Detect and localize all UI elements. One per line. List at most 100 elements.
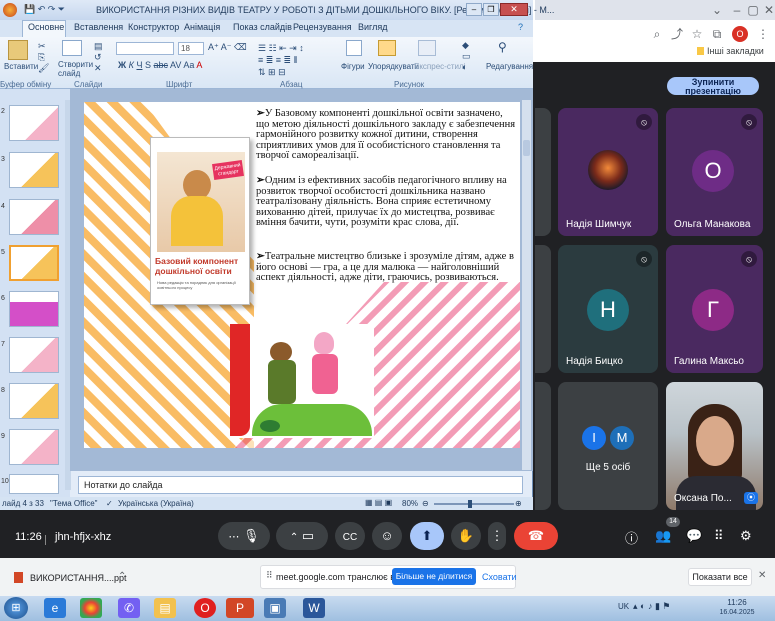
- slide-thumbnail-selected[interactable]: [9, 245, 59, 281]
- slide-thumbnail[interactable]: [9, 474, 59, 494]
- tray-icons[interactable]: ▴ ◐ ♪ ▮ ⚑: [633, 601, 670, 612]
- tab-view[interactable]: Вигляд: [358, 22, 388, 32]
- slide-thumbnail[interactable]: [9, 337, 59, 373]
- tab-design[interactable]: Конструктор: [128, 22, 179, 32]
- shapes-button[interactable]: Фігури: [341, 62, 365, 71]
- viber-icon[interactable]: ✆: [118, 598, 140, 618]
- tab-animation[interactable]: Анімація: [184, 22, 220, 32]
- scroll-thumb[interactable]: [523, 140, 530, 156]
- emoji-button[interactable]: ☺: [372, 522, 402, 550]
- minimize-icon[interactable]: –: [466, 3, 482, 16]
- office-button[interactable]: [3, 3, 17, 17]
- explorer-icon[interactable]: ▤: [154, 598, 176, 618]
- host-controls-icon[interactable]: ⚙: [740, 528, 752, 544]
- language-indicator[interactable]: UK: [618, 602, 629, 611]
- slide-thumbnail[interactable]: [9, 105, 59, 141]
- ppt-file-icon: [14, 572, 23, 583]
- microphone-button[interactable]: ⋯ 🎙: [218, 522, 270, 550]
- participant-tile[interactable]: ⦸ О Ольга Манакова: [666, 108, 763, 236]
- ie-icon[interactable]: e: [44, 598, 66, 618]
- font-format-icons[interactable]: Ж К Ч S abc AV Aa A: [118, 60, 202, 70]
- girl-body: [312, 354, 338, 394]
- zoom-out-icon[interactable]: ⊖: [422, 499, 429, 508]
- participant-tile[interactable]: ⦸ Н Надія Бицко: [558, 245, 658, 373]
- zoom-slider[interactable]: [434, 503, 514, 505]
- chat-icon[interactable]: 💬: [686, 528, 702, 544]
- zoom-in-icon[interactable]: ⊕: [515, 499, 522, 508]
- paragraph-icons[interactable]: ☰ ☷ ⇤ ⇥ ↕ ≡ ≣ ≡ ≣ ⫴ ⇅ ⊞ ⊟: [258, 42, 304, 78]
- participant-video-tile[interactable]: ⦿ Оксана По...: [666, 382, 763, 510]
- slide-thumbnail[interactable]: [9, 199, 59, 235]
- stop-sharing-button[interactable]: Більше не ділитися: [392, 568, 476, 585]
- drag-handle-icon[interactable]: ⠿: [266, 570, 273, 581]
- tab-slideshow[interactable]: Показ слайдів: [233, 22, 292, 32]
- screenshot-icon[interactable]: ▣: [264, 598, 286, 618]
- tab-review[interactable]: Рецензування: [293, 22, 352, 32]
- opera-icon[interactable]: O: [194, 598, 216, 618]
- shape-fill-icons[interactable]: ◆ ▭ ◐: [462, 40, 471, 73]
- arrange-button[interactable]: Упорядкувати: [368, 62, 419, 71]
- close-icon[interactable]: ✕: [758, 570, 766, 581]
- slide-thumbnail[interactable]: [9, 429, 59, 465]
- other-bookmarks[interactable]: Інші закладки: [707, 46, 764, 56]
- slide-thumbnail[interactable]: [9, 291, 59, 327]
- tab-insert[interactable]: Вставлення: [74, 22, 123, 32]
- view-buttons[interactable]: ▦ ▤ ▣: [365, 498, 392, 507]
- chrome-icon[interactable]: [80, 598, 102, 618]
- leave-call-button[interactable]: ☎: [514, 522, 558, 550]
- extensions-icon[interactable]: ⧉: [708, 26, 726, 42]
- slide-thumbnail[interactable]: [9, 152, 59, 188]
- zoom-slider-thumb[interactable]: [468, 500, 472, 508]
- slide-number: 9: [1, 433, 5, 440]
- share-icon[interactable]: ⤴: [668, 26, 686, 42]
- font-grow-shrink-icons[interactable]: A⁺ A⁻ ⌫: [208, 42, 247, 53]
- powerpoint-icon[interactable]: P: [226, 598, 254, 618]
- close-icon[interactable]: ✕: [500, 3, 528, 16]
- present-button[interactable]: ⬆: [410, 522, 444, 550]
- slide-thumbnail[interactable]: [9, 383, 59, 419]
- close-icon[interactable]: ✕: [760, 2, 775, 18]
- bookmark-star-icon[interactable]: ☆: [688, 26, 706, 42]
- font-name-select[interactable]: [116, 42, 174, 55]
- notes-pane[interactable]: Нотатки до слайда: [78, 476, 523, 494]
- hide-button[interactable]: Сховати: [482, 572, 517, 582]
- avatar: [588, 150, 628, 190]
- camera-button[interactable]: ⌃ ▭: [276, 522, 328, 550]
- activities-icon[interactable]: ⠿: [714, 528, 724, 544]
- avatar: Г: [692, 289, 734, 331]
- slide-layout-icons[interactable]: ▤ ↺ ✕: [94, 41, 103, 74]
- clipboard-small-icons[interactable]: ✂ ⎘ 🖌: [38, 41, 49, 74]
- menu-icon[interactable]: ⋮: [754, 26, 772, 42]
- people-icon[interactable]: 👥: [655, 528, 671, 544]
- info-icon[interactable]: ⓘ: [625, 528, 638, 547]
- zoom-level[interactable]: 80%: [402, 499, 418, 508]
- language-status[interactable]: Українська (Україна): [118, 499, 194, 508]
- zoom-icon[interactable]: ⌕: [648, 26, 666, 42]
- chevron-down-icon[interactable]: ⌄: [708, 2, 726, 18]
- spellcheck-icon[interactable]: ✓: [106, 499, 113, 508]
- font-size-select[interactable]: 18: [178, 42, 204, 55]
- start-button[interactable]: ⊞: [4, 597, 28, 619]
- new-slide-button[interactable]: Створити слайд: [58, 60, 93, 78]
- participant-tile[interactable]: ⦸ Надія Шимчук: [558, 108, 658, 236]
- restore-icon[interactable]: ❐: [483, 3, 499, 16]
- quick-access-icons[interactable]: 💾 ↶ ↷ ⏷: [24, 4, 65, 15]
- stop-presenting-button[interactable]: Зупинити презентацію: [667, 77, 759, 96]
- tab-home[interactable]: Основне: [28, 22, 64, 32]
- profile-avatar[interactable]: О: [732, 26, 748, 42]
- quick-styles-button[interactable]: Експрес-стилі: [414, 62, 465, 71]
- paste-button[interactable]: Вставити: [4, 62, 38, 71]
- captions-button[interactable]: CC: [335, 522, 365, 550]
- chevron-up-icon[interactable]: ⌃: [118, 571, 126, 582]
- more-participants-tile[interactable]: І М Ще 5 осіб: [558, 382, 658, 510]
- editing-button[interactable]: Редагування: [486, 62, 533, 71]
- more-options-button[interactable]: ⋮: [488, 522, 506, 550]
- word-icon[interactable]: W: [303, 598, 325, 618]
- show-all-button[interactable]: Показати все: [688, 568, 752, 586]
- participant-tile[interactable]: ⦸ Г Галина Максьо: [666, 245, 763, 373]
- raise-hand-button[interactable]: ✋: [451, 522, 481, 550]
- group-drawing: Рисунок: [394, 80, 425, 89]
- slide-number: 4: [1, 203, 5, 210]
- help-icon[interactable]: ?: [518, 22, 523, 32]
- download-file[interactable]: ВИКОРИСТАННЯ....ppt: [30, 573, 127, 583]
